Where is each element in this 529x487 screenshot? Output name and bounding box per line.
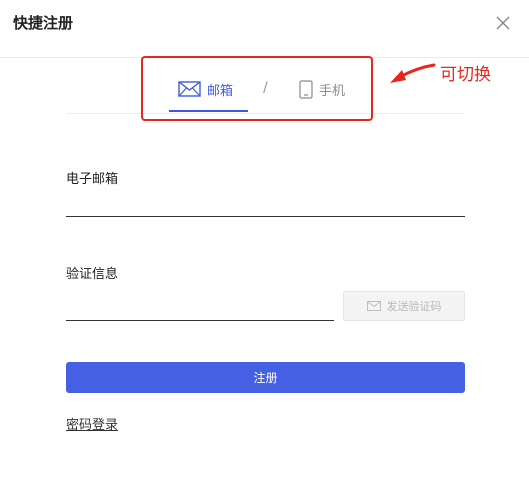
mail-icon bbox=[366, 301, 381, 311]
email-label: 电子邮箱 bbox=[66, 172, 119, 187]
code-label: 验证信息 bbox=[66, 267, 119, 282]
password-login-link[interactable]: 密码登录 bbox=[66, 414, 118, 433]
close-icon[interactable] bbox=[494, 14, 512, 32]
send-code-label: 发送验证码 bbox=[386, 300, 442, 313]
highlight-box bbox=[141, 56, 373, 121]
register-button[interactable]: 注册 bbox=[66, 362, 465, 393]
dialog-title: 快捷注册 bbox=[13, 14, 74, 32]
verification-code-field[interactable] bbox=[66, 292, 334, 321]
send-code-button[interactable]: 发送验证码 bbox=[343, 291, 465, 321]
email-field[interactable] bbox=[66, 188, 465, 217]
annotation-text: 可切换 bbox=[440, 65, 491, 85]
annotation-arrow bbox=[390, 63, 436, 83]
